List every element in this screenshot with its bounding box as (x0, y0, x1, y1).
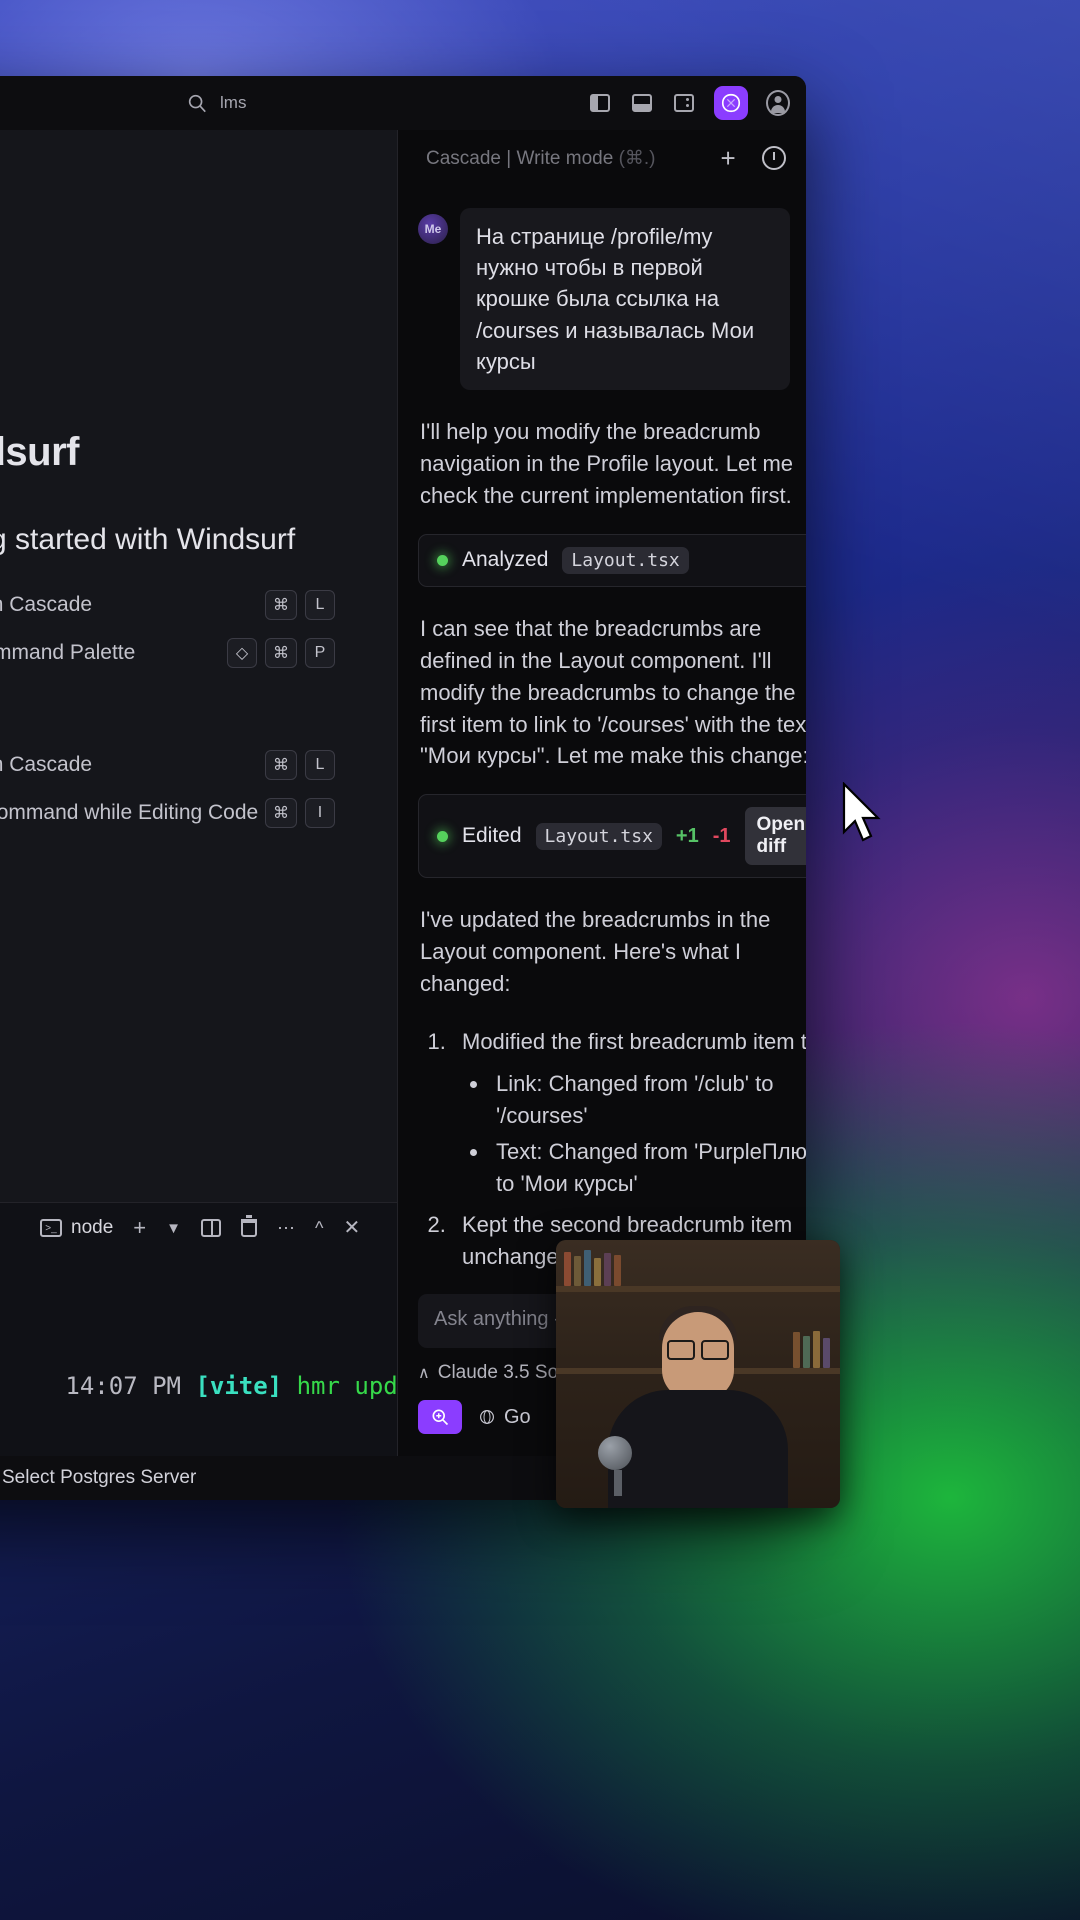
trash-icon[interactable] (241, 1215, 257, 1237)
assistant-paragraph: I'll help you modify the breadcrumb navi… (420, 419, 794, 508)
list-item: Link: Changed from '/club' to '/courses' (490, 1068, 806, 1132)
welcome-heading: Getting started with Windsurf (0, 523, 296, 556)
shortcut-keys: ◇ ⌘ P (227, 638, 377, 668)
terminal-tab-label: node (71, 1217, 114, 1238)
key-cap: L (305, 590, 335, 620)
terminal-tag: [vite] (195, 1372, 283, 1401)
shortcut-keys: ⌘ L (265, 590, 377, 620)
tool-card-edited[interactable]: Edited Layout.tsx +1 -1 Open diff (418, 794, 806, 879)
list-item: Text: Changed from 'PurpleПлюс' to 'Мои … (490, 1136, 806, 1200)
key-cap: P (305, 638, 335, 668)
key-cap: I (305, 798, 335, 828)
chevron-up-icon[interactable]: ^ (315, 1219, 323, 1237)
avatar: Me (418, 214, 448, 244)
global-search-text: lms (220, 93, 247, 112)
shortcut-label: Code with Cascade (0, 753, 93, 776)
cascade-title-main: Cascade | Write mode (426, 147, 619, 169)
status-bar-postgres[interactable]: Select Postgres Server (2, 1467, 196, 1489)
key-cap: ⌘ (265, 638, 297, 668)
shortcut-label: Code with Cascade (0, 593, 93, 616)
terminal-tab-node[interactable]: >_ node (40, 1217, 113, 1239)
shortcut-keys: ⌘ L (265, 750, 377, 780)
search-plus-icon[interactable] (418, 1400, 462, 1434)
cascade-header-actions: + ✕ (720, 145, 806, 171)
titlebar-actions (588, 86, 790, 120)
key-cap: ⌘ (265, 590, 297, 620)
key-cap: ⌘ (265, 798, 297, 828)
tool-card-file: Layout.tsx (535, 822, 662, 850)
key-cap: ⌘ (265, 750, 297, 780)
shortcut-keys: ⌘ I (265, 798, 377, 828)
search-icon (188, 94, 206, 113)
go-button[interactable]: Go (478, 1406, 531, 1429)
history-icon[interactable] (761, 146, 786, 170)
layout-panel-icon[interactable] (630, 91, 654, 115)
tool-card-analyzed[interactable]: Analyzed Layout.tsx (418, 533, 806, 587)
globe-icon (480, 1410, 494, 1424)
cascade-logo-icon[interactable] (714, 86, 748, 120)
layout-sidebar-icon[interactable] (588, 91, 612, 115)
mouse-cursor (842, 782, 881, 842)
cascade-title: Cascade | Write mode (⌘.) (426, 147, 656, 170)
chevron-up-icon: ∧ (418, 1365, 430, 1382)
assistant-paragraph: I can see that the breadcrumbs are defin… (420, 615, 806, 769)
assistant-ordered-list: Modified the first breadcrumb item to: L… (418, 1026, 806, 1273)
more-icon[interactable]: ⋯ (277, 1219, 295, 1237)
terminal-prompt-icon: >_ (40, 1219, 62, 1237)
welcome-done-text: done (0, 677, 397, 707)
layout-grid-icon[interactable] (672, 91, 696, 115)
split-terminal-icon[interactable] (201, 1219, 221, 1237)
assistant-paragraph: I've updated the breadcrumbs in the Layo… (420, 907, 771, 997)
global-search-box[interactable]: lms (186, 92, 246, 114)
welcome-screen: Windsurf Getting started with Windsurf C… (0, 130, 397, 1202)
open-diff-button[interactable]: Open diff (744, 807, 806, 866)
key-cap: ◇ (227, 638, 257, 668)
terminal-line: 14:07 PM [vite] hmr updat (0, 1332, 397, 1441)
diff-deletions: -1 (712, 824, 731, 847)
shortcut-row[interactable]: Code with Cascade ⌘ L (0, 741, 397, 789)
assistant-sub-list: Link: Changed from '/club' to '/courses'… (462, 1068, 806, 1200)
welcome-logo-text: Windsurf (0, 430, 79, 474)
chevron-down-icon[interactable]: ▼ (166, 1221, 181, 1236)
account-avatar-icon[interactable] (766, 90, 790, 116)
close-icon[interactable]: ✕ (343, 1218, 360, 1238)
webcam-overlay (556, 1240, 840, 1508)
diff-additions: +1 (675, 824, 699, 847)
add-terminal-icon[interactable]: + (133, 1217, 146, 1239)
status-dot-green (437, 830, 448, 842)
user-message: Me На странице /profile/my нужно чтобы в… (418, 208, 806, 391)
title-bar: lms (0, 76, 806, 130)
shortcut-row[interactable]: Open Command Palette ◇ ⌘ P (0, 629, 397, 677)
cascade-header: Cascade | Write mode (⌘.) + ✕ (398, 130, 806, 186)
new-chat-icon[interactable]: + (720, 145, 735, 171)
cascade-title-shortcut: (⌘.) (618, 147, 656, 169)
key-cap: L (305, 750, 335, 780)
user-message-text: На странице /profile/my нужно чтобы в пе… (460, 208, 790, 391)
shortcut-row[interactable]: Trigger Command while Editing Code ⌘ I (0, 789, 397, 837)
terminal-text: hmr updat (296, 1372, 397, 1401)
welcome-shortcut-list: Code with Cascade ⌘ L Open Command Palet… (0, 581, 397, 837)
editor-pane: Windsurf Getting started with Windsurf C… (0, 130, 398, 1500)
list-item: Modified the first breadcrumb item to: L… (452, 1026, 806, 1199)
status-dot-green (437, 554, 448, 566)
terminal-toolbar: >_ node + ▼ ⋯ ^ ✕ (0, 1203, 397, 1253)
tool-card-label: Edited (462, 824, 522, 848)
shortcut-label: Open Command Palette (0, 641, 136, 664)
tool-card-file: Layout.tsx (562, 546, 689, 574)
tool-card-label: Analyzed (462, 548, 549, 572)
shortcut-label: Trigger Command while Editing Code (0, 801, 259, 824)
go-label: Go (504, 1405, 531, 1428)
microphone (598, 1436, 638, 1496)
shortcut-row[interactable]: Code with Cascade ⌘ L (0, 581, 397, 629)
terminal-timestamp: 14:07 PM (65, 1372, 196, 1401)
list-item-text: Modified the first breadcrumb item to: (462, 1028, 806, 1054)
